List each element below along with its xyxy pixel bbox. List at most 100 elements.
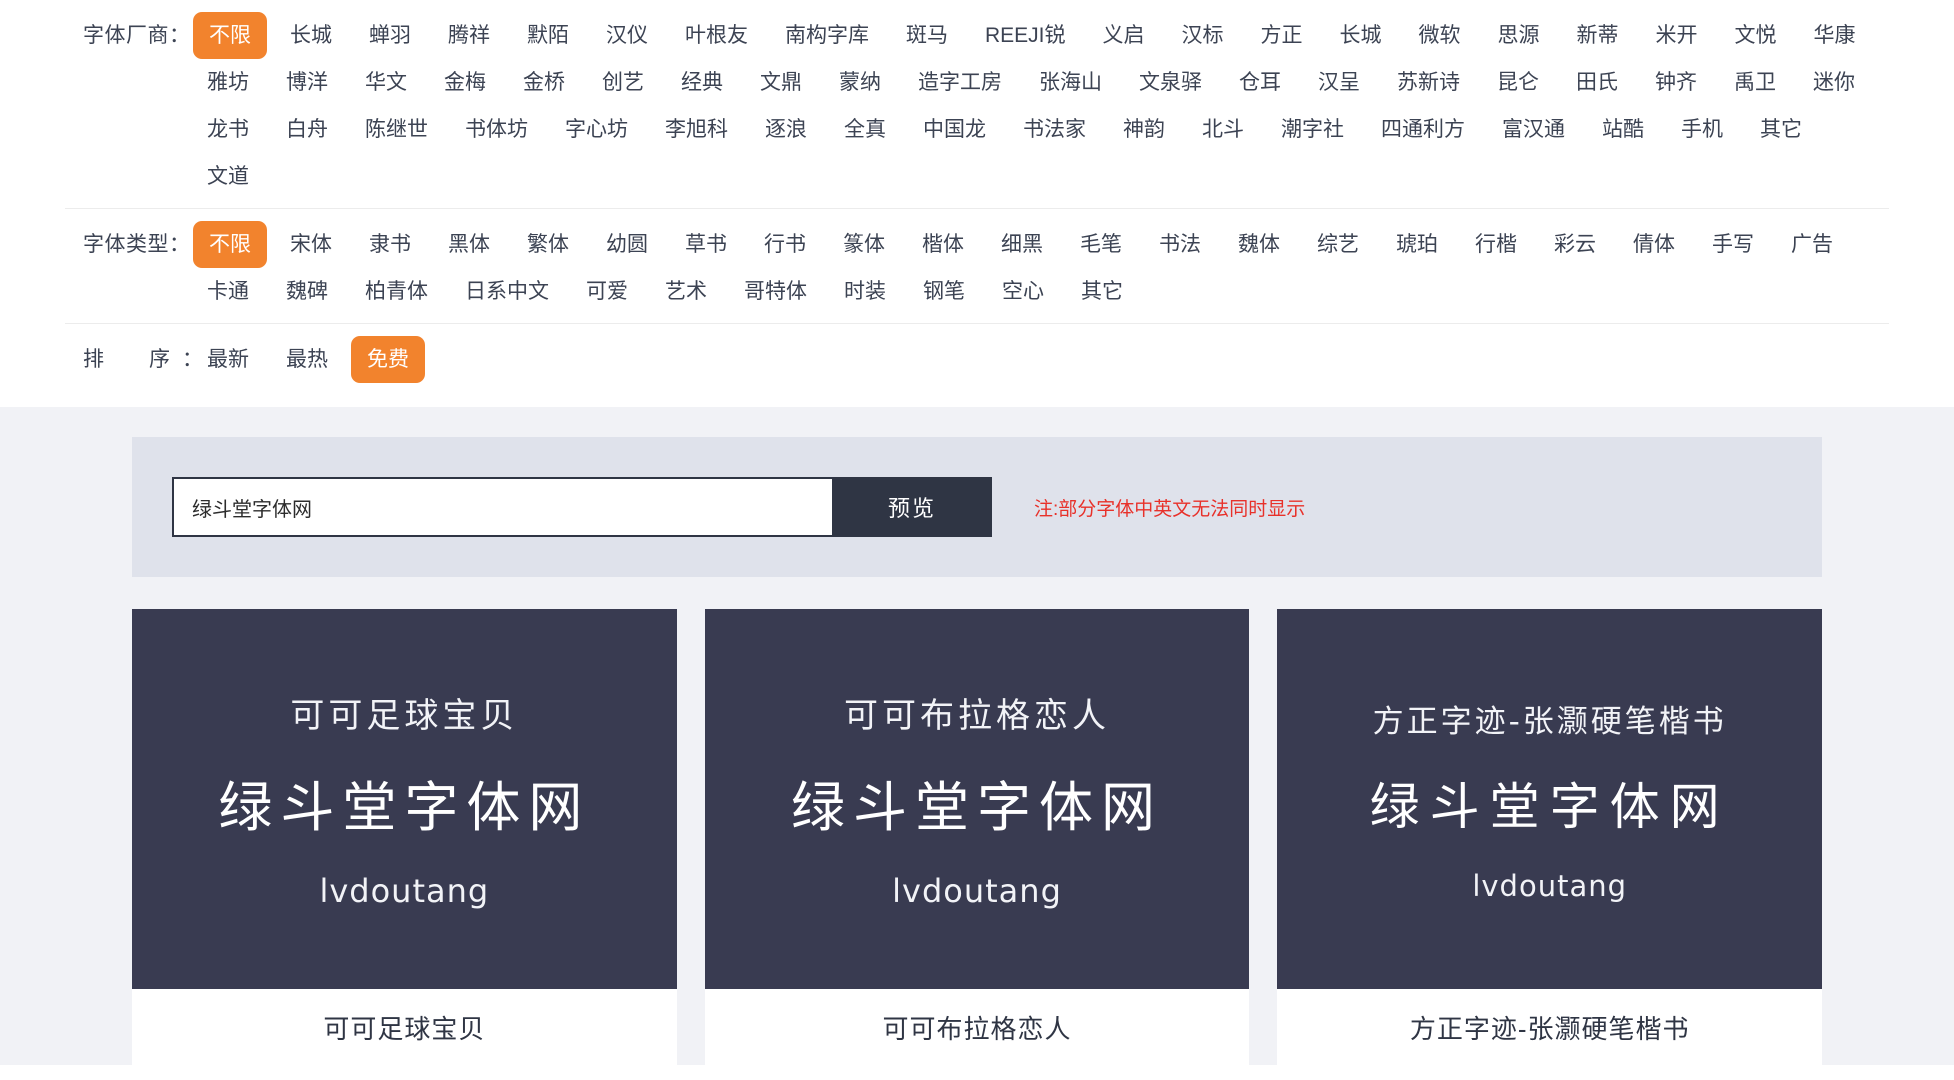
filter-item-type-26[interactable]: 艺术 <box>651 268 721 315</box>
filter-item-vendor-7[interactable]: 南构字库 <box>771 12 883 59</box>
filter-item-vendor-40[interactable]: 龙书 <box>193 106 263 153</box>
filter-item-sort-0[interactable]: 最新 <box>193 336 263 383</box>
filter-item-type-14[interactable]: 综艺 <box>1303 221 1373 268</box>
filter-item-vendor-22[interactable]: 华文 <box>351 59 421 106</box>
filter-item-vendor-14[interactable]: 微软 <box>1405 12 1475 59</box>
font-card-title[interactable]: 可可布拉格恋人 <box>704 989 1250 1065</box>
filter-item-vendor-49[interactable]: 书法家 <box>1009 106 1100 153</box>
filter-item-type-15[interactable]: 琥珀 <box>1382 221 1452 268</box>
filter-item-type-7[interactable]: 行书 <box>750 221 820 268</box>
filter-item-vendor-33[interactable]: 汉呈 <box>1304 59 1374 106</box>
filter-item-vendor-44[interactable]: 字心坊 <box>551 106 642 153</box>
filter-item-vendor-16[interactable]: 新蒂 <box>1563 12 1633 59</box>
font-card[interactable]: 方正字迹-张灏硬笔楷书 绿斗堂字体网 lvdoutang 方正字迹-张灏硬笔楷书 <box>1277 609 1823 1065</box>
filter-item-vendor-18[interactable]: 文悦 <box>1721 12 1791 59</box>
filter-item-vendor-47[interactable]: 全真 <box>830 106 900 153</box>
filter-item-type-19[interactable]: 手写 <box>1698 221 1768 268</box>
filter-item-vendor-15[interactable]: 思源 <box>1484 12 1554 59</box>
filter-item-type-28[interactable]: 时装 <box>830 268 900 315</box>
font-card[interactable]: 可可足球宝贝 绿斗堂字体网 lvdoutang 可可足球宝贝 <box>132 609 677 1065</box>
filter-item-vendor-4[interactable]: 默陌 <box>513 12 583 59</box>
filter-item-type-18[interactable]: 倩体 <box>1619 221 1689 268</box>
filter-item-type-25[interactable]: 可爱 <box>572 268 642 315</box>
filter-item-vendor-45[interactable]: 李旭科 <box>651 106 742 153</box>
preview-button[interactable]: 预览 <box>832 477 992 537</box>
filter-item-vendor-41[interactable]: 白舟 <box>272 106 342 153</box>
filter-item-type-1[interactable]: 宋体 <box>276 221 346 268</box>
filter-item-type-5[interactable]: 幼圆 <box>592 221 662 268</box>
filter-item-vendor-13[interactable]: 长城 <box>1326 12 1396 59</box>
filter-item-vendor-36[interactable]: 田氏 <box>1562 59 1632 106</box>
filter-item-vendor-35[interactable]: 昆仑 <box>1483 59 1553 106</box>
filter-item-vendor-29[interactable]: 造字工房 <box>904 59 1016 106</box>
filter-item-vendor-39[interactable]: 迷你 <box>1799 59 1869 106</box>
filter-item-type-31[interactable]: 其它 <box>1067 268 1137 315</box>
filter-item-vendor-25[interactable]: 创艺 <box>588 59 658 106</box>
filter-item-type-21[interactable]: 卡通 <box>193 268 263 315</box>
filter-item-type-23[interactable]: 柏青体 <box>351 268 442 315</box>
filter-item-vendor-30[interactable]: 张海山 <box>1025 59 1116 106</box>
filter-item-vendor-31[interactable]: 文泉驿 <box>1125 59 1216 106</box>
filter-item-type-4[interactable]: 繁体 <box>513 221 583 268</box>
filter-item-type-0[interactable]: 不限 <box>193 221 267 268</box>
filter-item-vendor-17[interactable]: 米开 <box>1642 12 1712 59</box>
filter-item-vendor-24[interactable]: 金桥 <box>509 59 579 106</box>
filter-item-type-30[interactable]: 空心 <box>988 268 1058 315</box>
filter-item-vendor-10[interactable]: 义启 <box>1089 12 1159 59</box>
filter-item-vendor-42[interactable]: 陈继世 <box>351 106 442 153</box>
font-card-preview[interactable]: 方正字迹-张灏硬笔楷书 绿斗堂字体网 lvdoutang <box>1277 609 1823 989</box>
filter-item-type-17[interactable]: 彩云 <box>1540 221 1610 268</box>
filter-item-sort-2[interactable]: 免费 <box>351 336 425 383</box>
filter-item-type-9[interactable]: 楷体 <box>908 221 978 268</box>
filter-item-vendor-20[interactable]: 雅坊 <box>193 59 263 106</box>
preview-text-input[interactable] <box>172 477 832 537</box>
filter-item-vendor-26[interactable]: 经典 <box>667 59 737 106</box>
filter-item-type-20[interactable]: 广告 <box>1777 221 1847 268</box>
font-card-title[interactable]: 方正字迹-张灏硬笔楷书 <box>1277 989 1823 1065</box>
filter-item-vendor-21[interactable]: 博洋 <box>272 59 342 106</box>
filter-item-vendor-54[interactable]: 富汉通 <box>1488 106 1579 153</box>
font-card-title[interactable]: 可可足球宝贝 <box>132 989 677 1065</box>
filter-item-vendor-0[interactable]: 不限 <box>193 12 267 59</box>
filter-item-vendor-43[interactable]: 书体坊 <box>451 106 542 153</box>
filter-item-vendor-3[interactable]: 腾祥 <box>434 12 504 59</box>
filter-item-vendor-50[interactable]: 神韵 <box>1109 106 1179 153</box>
filter-item-vendor-48[interactable]: 中国龙 <box>909 106 1000 153</box>
filter-item-type-12[interactable]: 书法 <box>1145 221 1215 268</box>
filter-item-vendor-58[interactable]: 文道 <box>193 153 263 200</box>
filter-item-vendor-55[interactable]: 站酷 <box>1588 106 1658 153</box>
filter-item-type-27[interactable]: 哥特体 <box>730 268 821 315</box>
filter-item-vendor-5[interactable]: 汉仪 <box>592 12 662 59</box>
filter-item-vendor-34[interactable]: 苏新诗 <box>1383 59 1474 106</box>
filter-item-vendor-8[interactable]: 斑马 <box>892 12 962 59</box>
filter-item-type-8[interactable]: 篆体 <box>829 221 899 268</box>
font-card-preview[interactable]: 可可布拉格恋人 绿斗堂字体网 lvdoutang <box>704 609 1250 989</box>
filter-item-vendor-57[interactable]: 其它 <box>1746 106 1816 153</box>
font-card-preview[interactable]: 可可足球宝贝 绿斗堂字体网 lvdoutang <box>132 609 677 989</box>
filter-item-vendor-46[interactable]: 逐浪 <box>751 106 821 153</box>
filter-item-type-13[interactable]: 魏体 <box>1224 221 1294 268</box>
filter-item-sort-1[interactable]: 最热 <box>272 336 342 383</box>
filter-item-vendor-9[interactable]: REEJI锐 <box>971 12 1080 59</box>
filter-item-type-6[interactable]: 草书 <box>671 221 741 268</box>
filter-item-vendor-37[interactable]: 钟齐 <box>1641 59 1711 106</box>
filter-item-type-22[interactable]: 魏碑 <box>272 268 342 315</box>
filter-item-type-16[interactable]: 行楷 <box>1461 221 1531 268</box>
filter-item-type-2[interactable]: 隶书 <box>355 221 425 268</box>
filter-item-type-24[interactable]: 日系中文 <box>451 268 563 315</box>
filter-item-vendor-28[interactable]: 蒙纳 <box>825 59 895 106</box>
filter-item-vendor-2[interactable]: 蝉羽 <box>355 12 425 59</box>
filter-item-vendor-23[interactable]: 金梅 <box>430 59 500 106</box>
filter-item-type-10[interactable]: 细黑 <box>987 221 1057 268</box>
filter-item-type-3[interactable]: 黑体 <box>434 221 504 268</box>
filter-item-vendor-53[interactable]: 四通利方 <box>1367 106 1479 153</box>
filter-item-vendor-52[interactable]: 潮字社 <box>1267 106 1358 153</box>
filter-item-vendor-56[interactable]: 手机 <box>1667 106 1737 153</box>
filter-item-vendor-1[interactable]: 长城 <box>276 12 346 59</box>
filter-item-vendor-32[interactable]: 仓耳 <box>1225 59 1295 106</box>
filter-item-vendor-11[interactable]: 汉标 <box>1168 12 1238 59</box>
filter-item-vendor-12[interactable]: 方正 <box>1247 12 1317 59</box>
filter-item-vendor-38[interactable]: 禹卫 <box>1720 59 1790 106</box>
filter-item-type-11[interactable]: 毛笔 <box>1066 221 1136 268</box>
font-card[interactable]: 可可布拉格恋人 绿斗堂字体网 lvdoutang 可可布拉格恋人 <box>704 609 1250 1065</box>
